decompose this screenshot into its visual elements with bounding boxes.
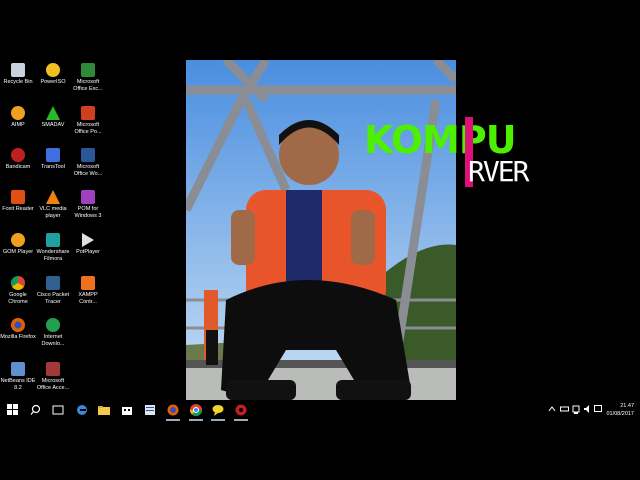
store-icon[interactable]	[120, 403, 134, 417]
desktop-icon-access[interactable]: Microsoft Office Acce...	[35, 362, 71, 391]
network-icon[interactable]	[572, 405, 580, 417]
desktop-icon-mozilla-firefox[interactable]: Mozilla Firefox	[0, 318, 36, 341]
chat-icon[interactable]	[211, 403, 225, 421]
desktop-icon-powerpoint[interactable]: Microsoft Office Po...	[70, 106, 106, 135]
desktop-icon-aimp[interactable]: AIMP	[0, 106, 36, 129]
overlay-text-rver: RVER	[468, 155, 529, 188]
transtool-icon	[46, 148, 60, 162]
desktop-icon-xampp[interactable]: XAMPP Contr...	[70, 276, 106, 305]
battery-icon[interactable]	[560, 405, 570, 415]
bandicam-taskbar-icon[interactable]	[234, 403, 248, 421]
packet-tracer-icon	[46, 276, 60, 290]
recycle-bin-icon	[11, 63, 25, 77]
bandicam-icon	[11, 148, 25, 162]
desktop-icon-packet-tracer[interactable]: Cisco Packet Tracer	[35, 276, 71, 305]
poweriso-icon	[46, 63, 60, 77]
taskbar: 21.47 01/08/2017	[0, 400, 640, 421]
vlc-icon	[46, 190, 60, 204]
firefox-taskbar-icon[interactable]	[166, 403, 180, 421]
clock[interactable]: 21.47 01/08/2017	[606, 402, 634, 418]
potplayer-icon	[82, 233, 94, 247]
task-view-icon[interactable]	[51, 403, 65, 417]
aimp-icon	[11, 106, 25, 120]
desktop-icon-gom-player[interactable]: GOM Player	[0, 233, 36, 256]
desktop-icon-vlc[interactable]: VLC media player	[35, 190, 71, 219]
video-frame[interactable]	[186, 60, 456, 418]
windows-start-icon[interactable]	[6, 403, 20, 417]
clock-date: 01/08/2017	[606, 411, 634, 417]
word-icon	[81, 148, 95, 162]
edge-icon[interactable]	[75, 403, 89, 417]
powerpoint-icon	[81, 106, 95, 120]
access-icon	[46, 362, 60, 376]
notification-icon[interactable]	[594, 405, 603, 415]
foxit-reader-icon	[11, 190, 25, 204]
desktop-icon-internet-download-manager[interactable]: Internet Downlo...	[35, 318, 71, 347]
desktop-icon-foxit-reader[interactable]: Foxit Reader	[0, 190, 36, 213]
chrome-icon	[11, 276, 25, 290]
pom-icon	[81, 190, 95, 204]
desktop-icon-pom[interactable]: POM for Windows 3	[70, 190, 106, 219]
desktop-icon-word[interactable]: Microsoft Office Wo...	[70, 148, 106, 177]
desktop-icon-transtool[interactable]: TransTool	[35, 148, 71, 171]
desktop-icon-excel[interactable]: Microsoft Office Exc...	[70, 63, 106, 92]
smadav-icon	[46, 106, 60, 120]
desktop-icon-potplayer[interactable]: PotPlayer	[70, 233, 106, 256]
desktop-icon-recycle-bin[interactable]: Recycle Bin	[0, 63, 36, 86]
clock-time: 21.47	[620, 403, 634, 409]
volume-icon[interactable]	[583, 405, 593, 415]
photo-person-bridge	[186, 60, 456, 418]
netbeans-icon	[11, 362, 25, 376]
search-icon[interactable]	[29, 403, 43, 417]
desktop-icon-smadav[interactable]: SMADAV	[35, 106, 71, 129]
desktop-icon-google-chrome[interactable]: Google Chrome	[0, 276, 36, 305]
firefox-icon	[11, 318, 25, 332]
desktop-icon-netbeans[interactable]: NetBeans IDE 8.2	[0, 362, 36, 391]
xampp-icon	[81, 276, 95, 290]
desktop-icon-filmora[interactable]: Wondershare Filmora	[35, 233, 71, 262]
filmora-icon	[46, 233, 60, 247]
chrome-taskbar-icon[interactable]	[189, 403, 203, 421]
word-taskbar-icon[interactable]	[143, 403, 157, 417]
excel-icon	[81, 63, 95, 77]
chevron-up-icon[interactable]	[548, 405, 556, 415]
internet-download-manager-icon	[46, 318, 60, 332]
desktop-icon-poweriso[interactable]: PowerISO	[35, 63, 71, 86]
file-explorer-icon[interactable]	[97, 403, 111, 417]
gom-player-icon	[11, 233, 25, 247]
desktop-icon-bandicam[interactable]: Bandicam	[0, 148, 36, 171]
